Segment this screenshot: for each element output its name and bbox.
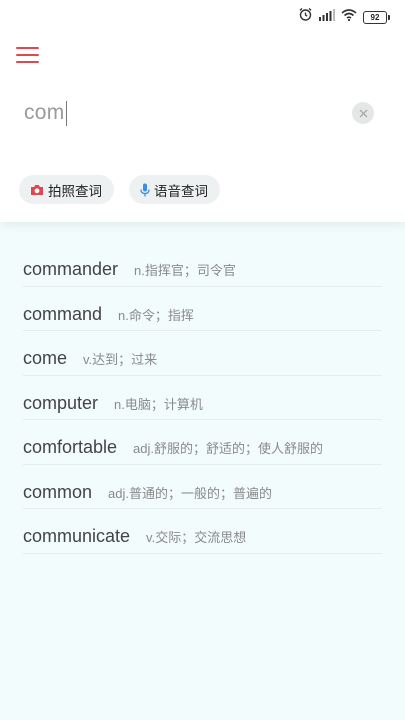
suggestion-list: commander n.指挥官；司令官 command n.命令；指挥 come… bbox=[23, 242, 382, 554]
signal-icon bbox=[319, 8, 335, 26]
search-input[interactable]: com bbox=[24, 94, 344, 132]
camera-icon bbox=[30, 184, 44, 196]
voice-lookup-label: 语音查词 bbox=[154, 183, 208, 199]
result-definition: n.指挥官；司令官 bbox=[134, 263, 236, 279]
result-definition: n.电脑；计算机 bbox=[114, 396, 203, 412]
result-word: common bbox=[23, 481, 93, 502]
wifi-icon bbox=[341, 8, 357, 26]
result-word: come bbox=[23, 348, 68, 369]
result-word: commander bbox=[23, 259, 119, 280]
alarm-icon bbox=[298, 7, 313, 27]
status-icons: 92 bbox=[298, 7, 390, 27]
search-header-card: 92 com 拍照查词 语音查词 bbox=[0, 0, 405, 222]
photo-lookup-button[interactable]: 拍照查词 bbox=[19, 175, 114, 204]
microphone-icon bbox=[140, 183, 150, 197]
close-icon bbox=[359, 109, 367, 117]
list-item[interactable]: comfortable adj.舒服的；舒适的；使人舒服的 bbox=[23, 420, 382, 465]
clear-search-button[interactable] bbox=[352, 102, 374, 124]
text-caret bbox=[65, 100, 67, 126]
screen: 92 com 拍照查词 语音查词 commander n.指挥官；司令官 com… bbox=[0, 0, 405, 720]
status-bar: 92 bbox=[0, 0, 405, 34]
result-definition: v.达到；过来 bbox=[83, 352, 158, 368]
list-item[interactable]: common adj.普通的；一般的；普遍的 bbox=[23, 465, 382, 509]
list-item[interactable]: computer n.电脑；计算机 bbox=[23, 376, 382, 420]
result-word: command bbox=[23, 303, 103, 324]
result-definition: adj.舒服的；舒适的；使人舒服的 bbox=[133, 441, 324, 457]
result-definition: n.命令；指挥 bbox=[118, 307, 194, 323]
result-word: communicate bbox=[23, 526, 131, 547]
hamburger-menu-icon[interactable] bbox=[16, 44, 40, 64]
result-word: computer bbox=[23, 392, 99, 413]
battery-icon: 92 bbox=[363, 10, 390, 24]
list-item[interactable]: command n.命令；指挥 bbox=[23, 287, 382, 331]
result-definition: v.交际；交流思想 bbox=[146, 530, 247, 546]
result-word: comfortable bbox=[23, 437, 118, 458]
voice-lookup-button[interactable]: 语音查词 bbox=[129, 175, 220, 204]
list-item[interactable]: come v.达到；过来 bbox=[23, 331, 382, 376]
result-definition: adj.普通的；一般的；普遍的 bbox=[108, 485, 272, 501]
photo-lookup-label: 拍照查词 bbox=[48, 183, 102, 199]
list-item[interactable]: commander n.指挥官；司令官 bbox=[23, 242, 382, 287]
search-input-value: com bbox=[24, 101, 65, 124]
list-item[interactable]: communicate v.交际；交流思想 bbox=[23, 509, 382, 554]
